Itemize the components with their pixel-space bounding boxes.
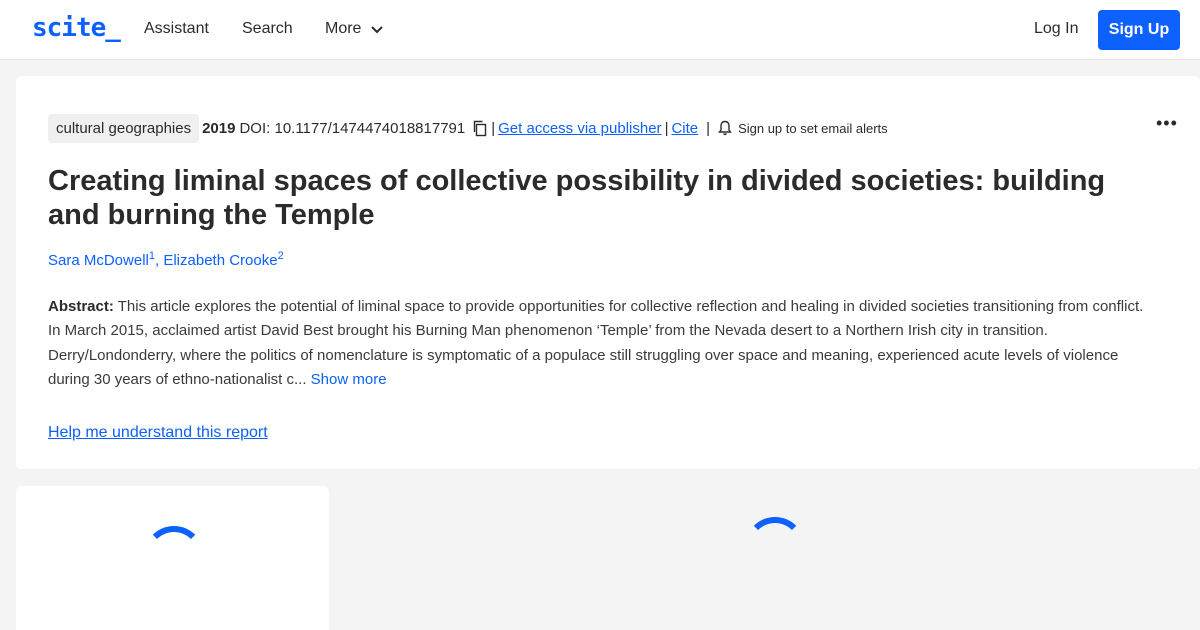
publication-year: 2019 xyxy=(202,119,236,137)
paper-meta-row: cultural geographies 2019 DOI: 10.1177/1… xyxy=(48,113,888,143)
author-affiliation: 2 xyxy=(277,250,284,262)
separator: | xyxy=(664,119,669,137)
more-options-icon[interactable]: ••• xyxy=(1156,113,1178,134)
abstract-text: This article explores the potential of l… xyxy=(48,298,1144,388)
loading-spinner-icon xyxy=(144,526,204,586)
email-alerts-link[interactable]: Sign up to set email alerts xyxy=(738,121,888,136)
loading-spinner-icon xyxy=(745,517,805,577)
paper-title: Creating liminal spaces of collective po… xyxy=(48,165,1106,231)
nav-assistant[interactable]: Assistant xyxy=(144,20,209,38)
author-list: Sara McDowell1, Elizabeth Crooke2 xyxy=(48,250,284,269)
get-access-link[interactable]: Get access via publisher xyxy=(498,120,661,137)
journal-chip[interactable]: cultural geographies xyxy=(48,113,200,143)
paper-card: cultural geographies 2019 DOI: 10.1177/1… xyxy=(16,76,1200,469)
nav-more[interactable]: More xyxy=(325,20,383,38)
top-navbar: scite_ Assistant Search More Log In Sign… xyxy=(0,0,1200,60)
scite-logo[interactable]: scite_ xyxy=(32,13,121,43)
signup-button[interactable]: Sign Up xyxy=(1098,10,1180,50)
abstract: Abstract: This article explores the pote… xyxy=(48,295,1153,392)
abstract-label: Abstract: xyxy=(48,298,114,315)
doi-text: DOI: 10.1177/1474474018817791 xyxy=(239,119,466,137)
author-link[interactable]: Sara McDowell xyxy=(48,252,149,269)
separator: | xyxy=(706,119,711,137)
nav-search[interactable]: Search xyxy=(242,20,293,38)
chevron-down-icon xyxy=(371,26,383,34)
separator: | xyxy=(491,119,496,137)
author-link[interactable]: Elizabeth Crooke xyxy=(163,252,277,269)
help-understand-link[interactable]: Help me understand this report xyxy=(48,424,268,442)
nav-more-label: More xyxy=(325,20,362,37)
author-separator: , xyxy=(155,252,160,269)
copy-icon[interactable] xyxy=(472,120,488,137)
bell-icon[interactable] xyxy=(718,120,732,136)
show-more-link[interactable]: Show more xyxy=(311,371,387,388)
login-link[interactable]: Log In xyxy=(1034,20,1078,38)
cite-link[interactable]: Cite xyxy=(671,120,698,137)
